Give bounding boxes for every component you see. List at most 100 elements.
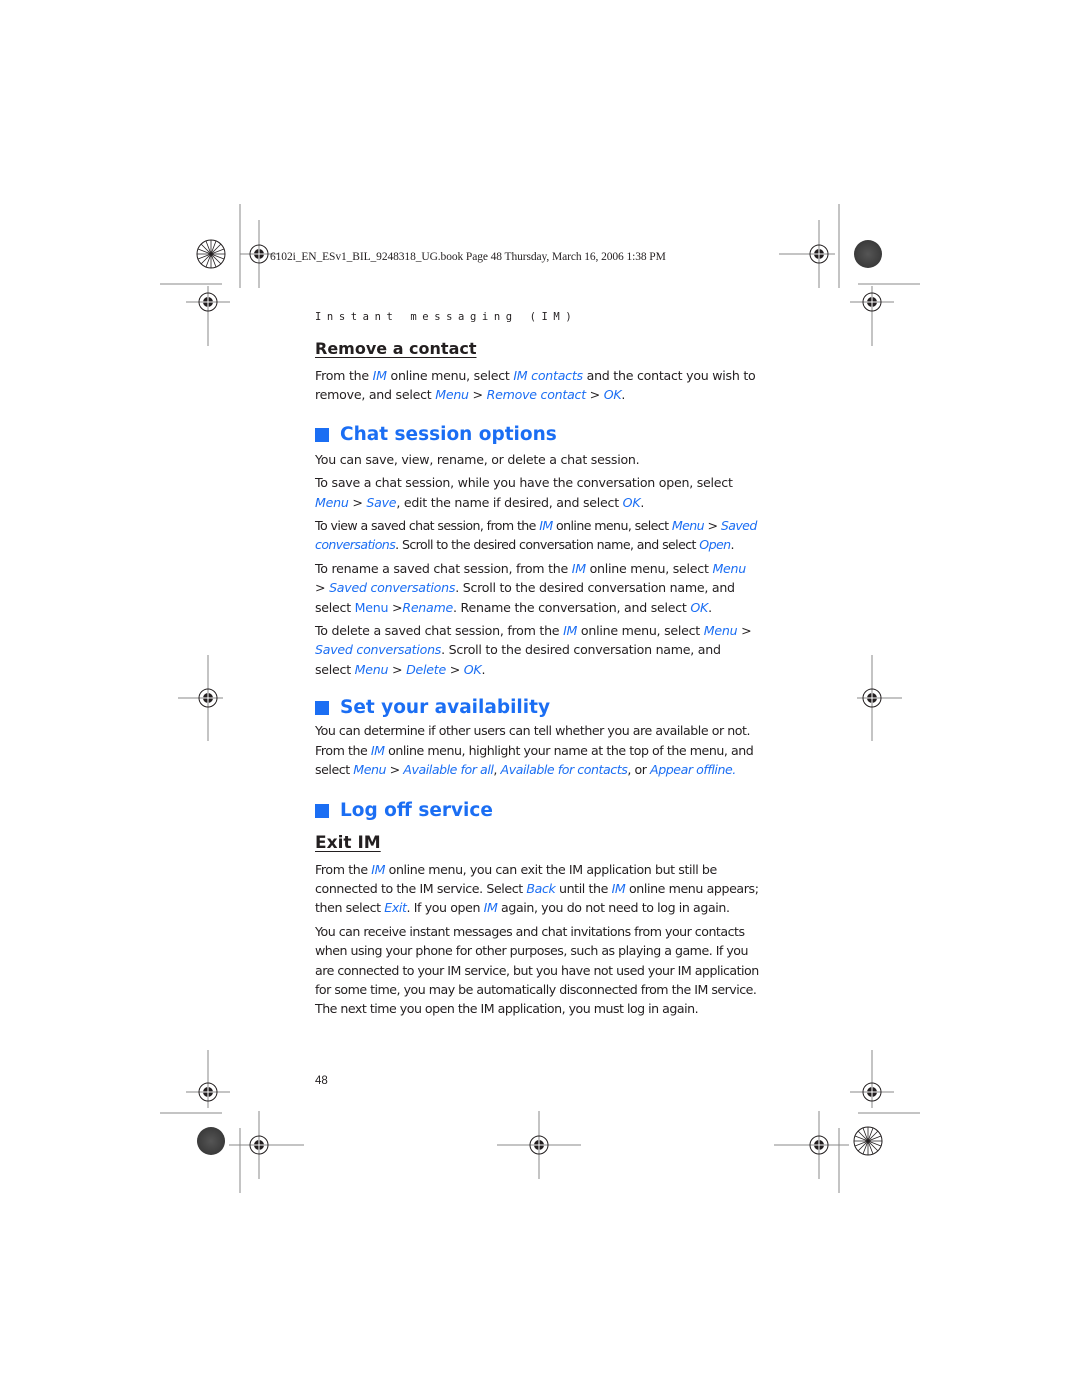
page-number: 48 bbox=[315, 1075, 328, 1087]
text: online menu, select bbox=[386, 368, 514, 383]
text: > bbox=[585, 387, 604, 403]
section-bullet-icon bbox=[315, 427, 329, 442]
registration-mark-icon bbox=[774, 1111, 849, 1179]
text: until the bbox=[555, 880, 612, 896]
menu-ref-im: IM bbox=[370, 742, 385, 758]
menu-ref-exit: Exit bbox=[384, 900, 407, 916]
text: , bbox=[493, 762, 501, 778]
text: online menu, select bbox=[552, 518, 672, 534]
menu-ref-menu: Menu bbox=[671, 518, 705, 534]
menu-ref-menu: Menu bbox=[435, 387, 469, 403]
text: . bbox=[708, 599, 712, 615]
chat-session-rename-paragraph: To rename a saved chat session, from the… bbox=[315, 559, 760, 617]
menu-ref-open: Open bbox=[699, 537, 731, 553]
text: From the bbox=[315, 368, 373, 383]
menu-ref-im: IM bbox=[371, 861, 386, 877]
menu-ref-menu: Menu bbox=[315, 494, 349, 510]
menu-ref-menu: Menu bbox=[703, 623, 738, 639]
registration-mark-icon bbox=[850, 286, 894, 346]
section-bullet-icon bbox=[315, 803, 329, 818]
registration-mark-icon bbox=[186, 1050, 230, 1108]
text: , edit the name if desired, and select bbox=[396, 494, 623, 510]
chat-session-view-paragraph: To view a saved chat session, from the I… bbox=[315, 516, 760, 555]
text: > bbox=[445, 661, 464, 677]
menu-ref-im: IM bbox=[571, 560, 586, 576]
menu-ref-save: Save bbox=[366, 494, 397, 510]
menu-ref-menu: Menu bbox=[712, 560, 747, 576]
text: To view a saved chat session, from the bbox=[315, 518, 540, 534]
menu-ref-ok: OK bbox=[622, 494, 641, 510]
subsection-title-remove-contact: Remove a contact bbox=[315, 339, 477, 358]
section-title-text: Chat session options bbox=[340, 423, 557, 445]
background-messages-paragraph: You can receive instant messages and cha… bbox=[315, 923, 759, 1017]
menu-ref-im: IM bbox=[372, 368, 387, 383]
menu-ref-im: IM bbox=[539, 518, 553, 534]
registration-mark-icon bbox=[779, 220, 835, 288]
text: To rename a saved chat session, from the bbox=[315, 560, 572, 576]
exit-im-paragraph: From the IM online menu, you can exit th… bbox=[315, 860, 760, 918]
menu-ref-im-contacts: IM contacts bbox=[513, 368, 583, 383]
menu-ref-remove-contact: Remove contact bbox=[486, 387, 587, 403]
menu-ref-ok: OK bbox=[603, 387, 622, 403]
text: > bbox=[388, 599, 403, 615]
print-slug-line: 6102i_EN_ESv1_BIL_9248318_UG.book Page 4… bbox=[270, 251, 666, 263]
text: > bbox=[737, 623, 752, 639]
text: . bbox=[621, 387, 626, 403]
text: > bbox=[348, 494, 367, 510]
text: . bbox=[730, 537, 735, 553]
section-title-chat-session-options: Chat session options bbox=[315, 422, 760, 448]
menu-ref-delete: Delete bbox=[406, 661, 446, 677]
text: > bbox=[388, 661, 407, 677]
text: > bbox=[704, 518, 721, 534]
menu-ref-ok: OK bbox=[463, 661, 482, 677]
section-bullet-icon bbox=[315, 701, 329, 716]
text: online menu, select bbox=[577, 623, 704, 639]
registration-mark-icon bbox=[857, 655, 902, 741]
text: > bbox=[315, 580, 330, 596]
menu-ref-rename: Rename bbox=[402, 599, 454, 615]
text: > bbox=[386, 762, 404, 778]
text: . Scroll to the desired conversation nam… bbox=[395, 537, 700, 553]
menu-ref-available-for-contacts: Available for contacts bbox=[500, 762, 628, 778]
gray-disc-icon bbox=[854, 240, 882, 268]
page-content: Remove a contact From the IM online menu… bbox=[315, 338, 760, 1019]
section-title-set-availability: Set your availability bbox=[315, 695, 760, 721]
menu-ref-saved-conversations: Saved conversations bbox=[315, 642, 442, 658]
menu-ref-menu: Menu bbox=[354, 599, 389, 615]
text: . If you open bbox=[406, 900, 484, 916]
text: > bbox=[468, 387, 487, 403]
menu-ref-menu: Menu bbox=[353, 762, 387, 778]
running-head: Instant messaging (IM) bbox=[315, 311, 578, 323]
menu-ref-im: IM bbox=[611, 880, 626, 896]
registration-mark-icon bbox=[186, 286, 230, 346]
section-title-text: Log off service bbox=[340, 799, 493, 821]
menu-ref-ok: OK bbox=[690, 599, 709, 615]
text: , or bbox=[627, 762, 651, 778]
text: . bbox=[640, 494, 645, 510]
text: To save a chat session, while you have t… bbox=[315, 475, 733, 491]
menu-ref-appear-offline: Appear offline. bbox=[650, 762, 736, 778]
star-target-icon bbox=[853, 1126, 883, 1156]
text: To delete a saved chat session, from the bbox=[315, 623, 564, 639]
text: From the bbox=[315, 861, 372, 877]
section-title-text: Set your availability bbox=[340, 697, 551, 719]
menu-ref-menu: Menu bbox=[354, 661, 389, 677]
remove-contact-paragraph: From the IM online menu, select IM conta… bbox=[315, 366, 760, 405]
menu-ref-available-for-all: Available for all bbox=[403, 762, 494, 778]
subsection-title-exit-im: Exit IM bbox=[315, 832, 381, 853]
registration-mark-icon bbox=[178, 655, 223, 741]
text: again, you do not need to log in again. bbox=[497, 900, 730, 916]
menu-ref-back: Back bbox=[526, 880, 556, 896]
registration-mark-icon bbox=[850, 1050, 894, 1108]
chat-session-save-paragraph: To save a chat session, while you have t… bbox=[315, 473, 760, 512]
menu-ref-im: IM bbox=[563, 623, 578, 639]
menu-ref-saved-conversations: Saved conversations bbox=[329, 580, 456, 596]
availability-paragraph: You can determine if other users can tel… bbox=[315, 721, 760, 779]
section-title-log-off-service: Log off service bbox=[315, 798, 760, 824]
text: online menu, select bbox=[585, 560, 713, 576]
registration-mark-icon bbox=[497, 1111, 581, 1179]
star-target-icon bbox=[196, 239, 226, 269]
text: . Rename the conversation, and select bbox=[453, 599, 691, 615]
menu-ref-im: IM bbox=[483, 900, 498, 916]
text: . bbox=[481, 661, 486, 677]
